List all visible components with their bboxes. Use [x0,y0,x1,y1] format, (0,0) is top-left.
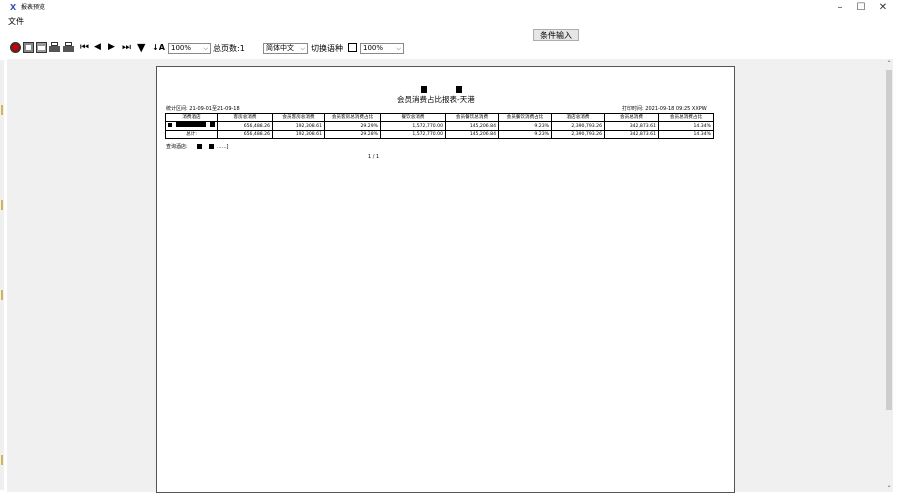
zoom-select[interactable]: 100% ⌵ [168,43,211,54]
table-cell: 29.28% [324,130,381,139]
window-title: 报表预览 [21,4,46,11]
query-hotel-label: 查询酒店: [166,144,188,150]
last-page-icon[interactable]: ⏭ [122,42,133,53]
zoom-select-2-value: 100% [363,44,384,52]
column-header: 会员总消费占比 [658,113,714,122]
chevron-down-icon: ⌵ [203,45,208,52]
table-cell: 192,308.61 [272,130,325,139]
edge-marker [1,105,3,115]
redaction-block [421,86,427,93]
table-cell: 9.23% [498,121,552,131]
table-cell: 9.23% [498,130,552,139]
condition-input-button[interactable]: 条件输入 [533,29,579,41]
export-excel-icon[interactable] [36,42,47,53]
table-cell: 29.29% [324,121,381,131]
table-cell: 342,873.61 [604,130,659,139]
table-cell: 342,873.61 [604,121,659,131]
menu-bar [0,16,899,26]
title-bar [0,0,899,16]
next-page-icon[interactable]: ▶ [108,42,119,53]
table-cell: 总计: [165,130,218,139]
edge-marker [1,290,3,300]
table-total-row: 总计: 656,488.26 192,308.61 29.28% 1,572,7… [165,130,714,139]
table-cell: 145,206.84 [445,130,499,139]
app-icon: X [10,3,17,12]
redaction-block [197,144,202,149]
column-header: 餐饮总消费 [380,113,446,122]
column-header: 客房总消费 [217,113,273,122]
chevron-down-icon: ⌵ [300,45,305,52]
language-select-value: 简体中文 [266,44,294,52]
filter-icon[interactable]: ▼ [137,42,148,53]
table-cell: 1,572,770.00 [380,121,446,131]
edge-marker [1,200,3,210]
column-header: 会员总消费 [604,113,659,122]
close-button[interactable]: ✕ [874,2,892,14]
hotel-name-cell [165,121,218,131]
language-select[interactable]: 简体中文 ⌵ [263,43,308,54]
table-cell: 14.34% [658,130,714,139]
column-header: 酒店总消费 [551,113,605,122]
checkbox[interactable] [348,43,357,52]
report-period: 统计区间: 21-09-01至21-09-18 [166,106,240,112]
minimize-button[interactable]: – [831,2,849,14]
sort-icon[interactable]: ↓A [152,42,165,53]
redaction-block [456,86,462,93]
edge-marker [1,455,3,465]
scroll-down-icon[interactable]: ⌄ [885,482,893,490]
table-cell: 145,206.84 [445,121,499,131]
column-header: 会员客房总消费占比 [324,113,381,122]
column-header: 消费酒店 [165,113,218,122]
table-cell: 192,308.61 [272,121,325,131]
zoom-select-value: 100% [171,44,192,52]
total-pages-label: 总页数:1 [213,44,245,53]
table-cell: 2,390,793.26 [551,121,605,131]
redaction-block [209,144,214,149]
maximize-button[interactable]: ☐ [852,2,870,14]
first-page-icon[interactable]: ⏮ [80,42,91,53]
column-header: 会员餐饮消费占比 [498,113,552,122]
print-setup-icon[interactable] [63,42,74,53]
scroll-up-icon[interactable]: ⌃ [885,60,893,68]
table-row: 656,488.26 192,308.61 29.29% 1,572,770.0… [165,121,714,131]
print-icon[interactable] [49,42,60,53]
report-print-time: 打印时间: 2021-09-18 09:25 XXPW [622,106,707,112]
table-cell: 656,488.26 [217,130,273,139]
query-hotel-suffix: ......] [217,144,229,150]
table-cell: 2,390,793.26 [551,130,605,139]
export-icon[interactable] [23,42,34,53]
column-header: 会员客房总消费 [272,113,325,122]
prev-page-icon[interactable]: ◀ [94,42,105,53]
stop-icon[interactable] [10,42,21,53]
switch-language-label: 切换语种 [311,44,343,53]
table-header-row: 消费酒店 客房总消费 会员客房总消费 会员客房总消费占比 餐饮总消费 会员餐饮总… [165,113,714,122]
menu-file[interactable]: 文件 [8,17,24,26]
scrollbar-thumb[interactable] [886,70,892,410]
chevron-down-icon: ⌵ [396,45,401,52]
left-edge-strip [0,60,4,490]
table-cell: 656,488.26 [217,121,273,131]
page-indicator: 1 / 1 [368,154,380,160]
column-header: 会员餐饮总消费 [445,113,499,122]
toolbar: ⏮ ◀ ▶ ⏭ ▼ ↓A 100% ⌵ 总页数:1 简体中文 ⌵ 切换语种 10… [8,42,428,56]
report-table: 消费酒店 客房总消费 会员客房总消费 会员客房总消费占比 餐饮总消费 会员餐饮总… [165,113,714,139]
table-cell: 1,572,770.00 [380,130,446,139]
report-title: 会员消费占比报表-天港 [397,95,475,104]
zoom-select-2[interactable]: 100% ⌵ [360,43,404,54]
table-cell: 14.34% [658,121,714,131]
